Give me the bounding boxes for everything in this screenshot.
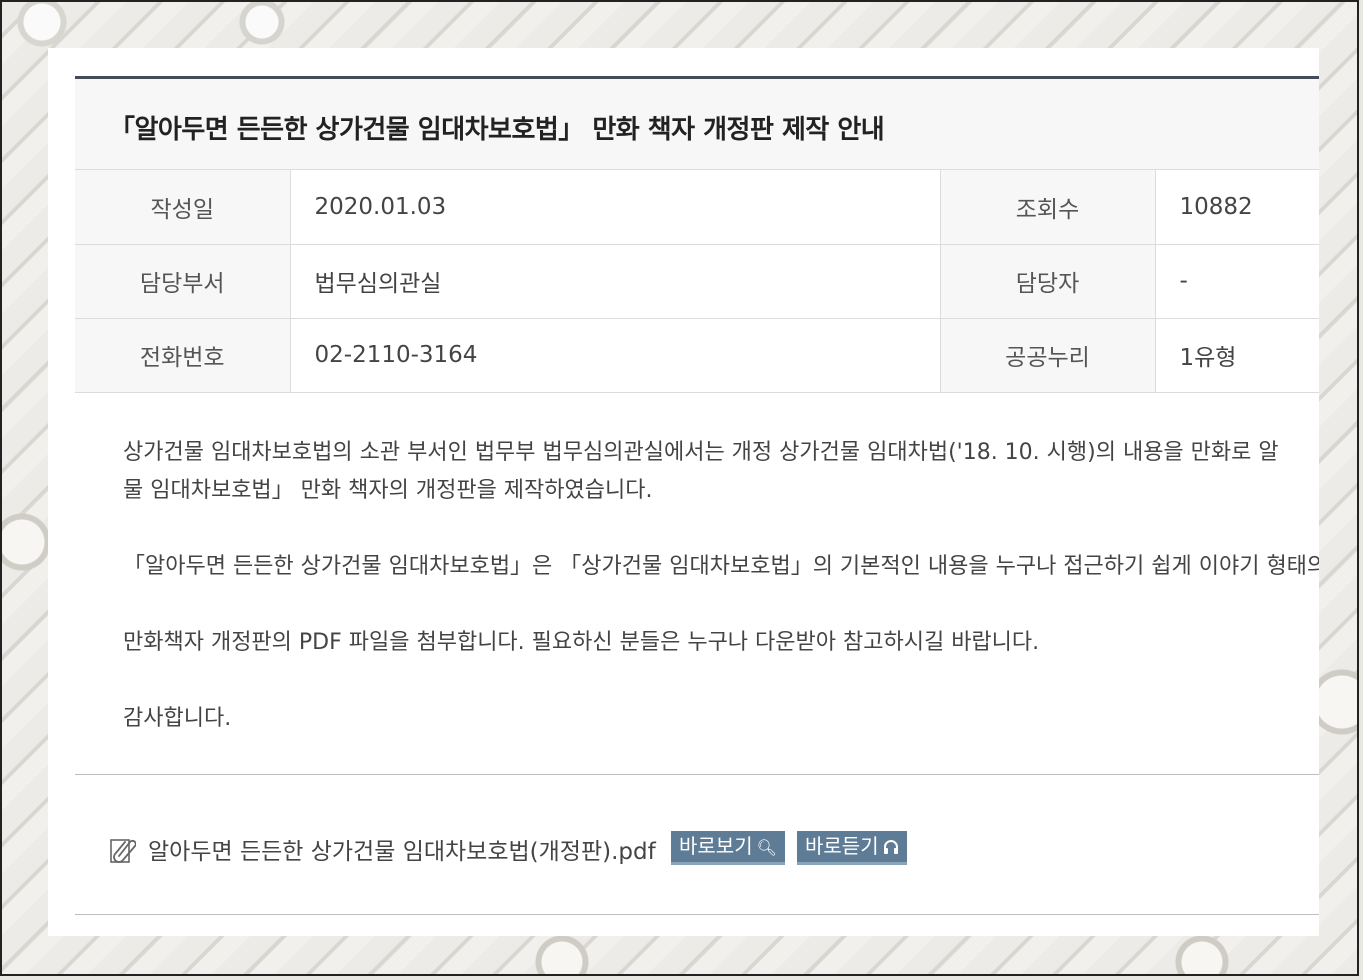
body-line: 상가건물 임대차보호법의 소관 부서인 법무부 법무심의관실에서는 개정 상가건… bbox=[123, 440, 1279, 465]
views-value: 10882 bbox=[1155, 170, 1319, 245]
phone-value: 02-2110-3164 bbox=[290, 318, 941, 393]
background-frame: 「알아두면 든든한 상가건물 임대차보호법」 만화 책자 개정판 제작 안내 작… bbox=[0, 0, 1359, 976]
post-title: 「알아두면 든든한 상가건물 임대차보호법」 만화 책자 개정판 제작 안내 bbox=[109, 115, 885, 145]
body-paragraph-3: 만화책자 개정판의 PDF 파일을 첨부합니다. 필요하신 분들은 누구나 다운… bbox=[123, 630, 1040, 655]
view-button[interactable]: 바로보기 🔍︎ bbox=[671, 831, 785, 865]
body-paragraph-4: 감사합니다. bbox=[123, 706, 232, 731]
info-row: 작성일 2020.01.03 조회수 10882 bbox=[75, 170, 1319, 245]
manager-label: 담당자 bbox=[940, 244, 1156, 319]
dept-value: 법무심의관실 bbox=[290, 244, 941, 319]
info-row: 담당부서 법무심의관실 담당자 - bbox=[75, 244, 1319, 319]
license-value: 1유형 bbox=[1155, 318, 1319, 393]
headphones-icon bbox=[883, 833, 899, 863]
post-body: 상가건물 임대차보호법의 소관 부서인 법무부 법무심의관실에서는 개정 상가건… bbox=[123, 434, 1319, 776]
body-paragraph-1: 상가건물 임대차보호법의 소관 부서인 법무부 법무심의관실에서는 개정 상가건… bbox=[123, 434, 1319, 510]
body-line: 물 임대차보호법」 만화 책자의 개정판을 제작하였습니다. bbox=[123, 478, 653, 503]
license-label: 공공누리 bbox=[940, 318, 1156, 393]
paperclip-icon bbox=[110, 839, 136, 863]
search-icon: 🔍︎ bbox=[756, 838, 777, 857]
info-row: 전화번호 02-2110-3164 공공누리 1유형 bbox=[75, 318, 1319, 393]
manager-value: - bbox=[1155, 244, 1319, 319]
post-panel: 「알아두면 든든한 상가건물 임대차보호법」 만화 책자 개정판 제작 안내 작… bbox=[48, 48, 1319, 936]
body-paragraph-2: 「알아두면 든든한 상가건물 임대차보호법」은 「상가건물 임대차보호법」의 기… bbox=[123, 554, 1319, 579]
post-info-table: 작성일 2020.01.03 조회수 10882 담당부서 법무심의관실 담당자… bbox=[75, 170, 1319, 393]
date-label: 작성일 bbox=[75, 170, 291, 245]
listen-button-label: 바로듣기 bbox=[805, 834, 879, 858]
listen-button[interactable]: 바로듣기 bbox=[797, 831, 907, 865]
divider bbox=[75, 914, 1319, 915]
date-value: 2020.01.03 bbox=[290, 170, 941, 245]
phone-label: 전화번호 bbox=[75, 318, 291, 393]
views-label: 조회수 bbox=[940, 170, 1156, 245]
post-title-bar: 「알아두면 든든한 상가건물 임대차보호법」 만화 책자 개정판 제작 안내 bbox=[75, 76, 1319, 170]
divider bbox=[75, 774, 1319, 775]
attachment-file-link[interactable]: 알아두면 든든한 상가건물 임대차보호법(개정판).pdf bbox=[148, 832, 656, 866]
dept-label: 담당부서 bbox=[75, 244, 291, 319]
view-button-label: 바로보기 bbox=[679, 834, 753, 858]
